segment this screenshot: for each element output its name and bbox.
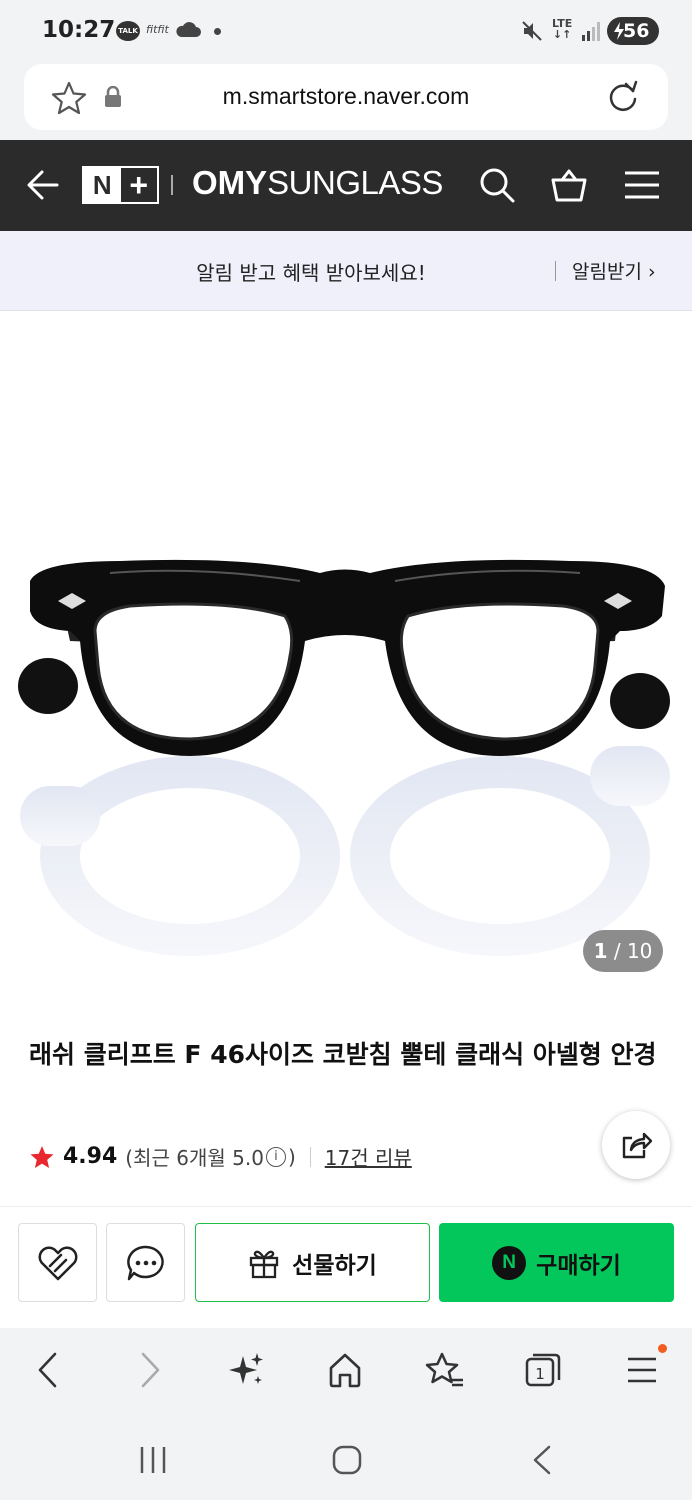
header-divider (171, 175, 173, 195)
notification-message: 알림 받고 혜택 받아보세요! (196, 261, 426, 285)
recent-rating-close: ) (287, 1144, 296, 1169)
naverpay-n-icon: N (492, 1245, 527, 1280)
info-icon[interactable]: i (265, 1146, 286, 1167)
banner-divider (555, 261, 556, 281)
home-button-icon[interactable] (331, 1444, 363, 1476)
recent-apps-icon[interactable] (138, 1444, 168, 1476)
hamburger-icon[interactable] (624, 170, 660, 200)
kakaotalk-icon: TALK (116, 21, 140, 41)
store-header: N + OMYSUNGLASS (0, 140, 692, 231)
cloud-icon (176, 22, 201, 37)
svg-text:1: 1 (535, 1365, 545, 1383)
menu-notification-dot (658, 1344, 667, 1353)
reload-icon[interactable] (606, 79, 640, 115)
rating-score: 4.94 (63, 1144, 118, 1169)
purchase-action-bar: 선물하기 N 구매하기 (0, 1206, 692, 1328)
system-back-icon[interactable] (530, 1444, 554, 1476)
chat-icon (126, 1245, 164, 1280)
nav-forward-icon[interactable] (138, 1350, 162, 1390)
gift-button[interactable]: 선물하기 (195, 1223, 430, 1302)
app-notification-icon: fitfit (146, 23, 169, 36)
product-title: 래쉬 클리프트 F 46사이즈 코받침 뿔테 클래식 아넬형 안경 (29, 1040, 657, 1069)
system-navigation-bar (0, 1416, 692, 1500)
gift-label: 선물하기 (292, 1252, 377, 1279)
charging-icon (614, 22, 624, 40)
talktalk-chat-button[interactable] (106, 1223, 185, 1302)
notification-banner: 알림 받고 혜택 받아보세요! 알림받기 › (0, 231, 692, 311)
back-arrow-icon[interactable] (26, 168, 60, 202)
home-icon[interactable] (327, 1350, 363, 1390)
mute-icon (522, 21, 542, 41)
bookmarks-icon[interactable] (423, 1350, 465, 1390)
url-text[interactable]: m.smartstore.naver.com (24, 83, 668, 110)
subscribe-notifications-button[interactable]: 알림받기 › (572, 257, 656, 284)
rating-row: 4.94 (최근 6개월 5.0 i ) 17건 리뷰 (29, 1142, 412, 1171)
buy-label: 구매하기 (536, 1252, 621, 1279)
naver-plus-logo[interactable]: N + (82, 166, 159, 204)
buy-button[interactable]: N 구매하기 (439, 1223, 674, 1302)
address-field[interactable]: m.smartstore.naver.com (24, 64, 668, 130)
battery-level: 56 (623, 20, 650, 42)
gift-icon (250, 1250, 279, 1278)
battery-indicator: 56 (607, 17, 659, 45)
network-type: LTE ↓↑ (552, 17, 573, 41)
share-button[interactable] (602, 1111, 670, 1179)
nav-back-icon[interactable] (36, 1350, 60, 1390)
cart-icon[interactable] (550, 166, 588, 204)
browser-url-bar: m.smartstore.naver.com (0, 62, 692, 140)
browser-toolbar: 1 (0, 1328, 692, 1416)
status-bar: 10:27 TALK fitfit LTE ↓↑ 56 (0, 0, 692, 62)
menu-icon[interactable] (626, 1350, 658, 1390)
store-brand-logo[interactable]: OMYSUNGLASS (192, 164, 443, 202)
like-button[interactable] (18, 1223, 97, 1302)
gallery-counter: 1 / 10 (583, 930, 663, 972)
tabs-icon[interactable]: 1 (524, 1350, 562, 1390)
signal-icon (582, 22, 600, 41)
product-image[interactable] (0, 311, 692, 992)
recent-rating: (최근 6개월 5.0 (125, 1146, 264, 1170)
rating-divider (309, 1146, 311, 1167)
naver-plus-plus: + (120, 167, 157, 203)
rating-star-icon (30, 1145, 54, 1168)
eyeglasses-photo (18, 559, 670, 956)
ai-sparkle-icon[interactable] (228, 1350, 266, 1390)
like-icon (38, 1246, 77, 1280)
status-time: 10:27 (42, 17, 116, 43)
review-count-link[interactable]: 17건 리뷰 (325, 1142, 412, 1171)
share-icon (622, 1132, 652, 1159)
more-notifications-dot (214, 28, 221, 35)
naver-plus-n: N (84, 168, 121, 202)
search-icon[interactable] (478, 166, 516, 204)
